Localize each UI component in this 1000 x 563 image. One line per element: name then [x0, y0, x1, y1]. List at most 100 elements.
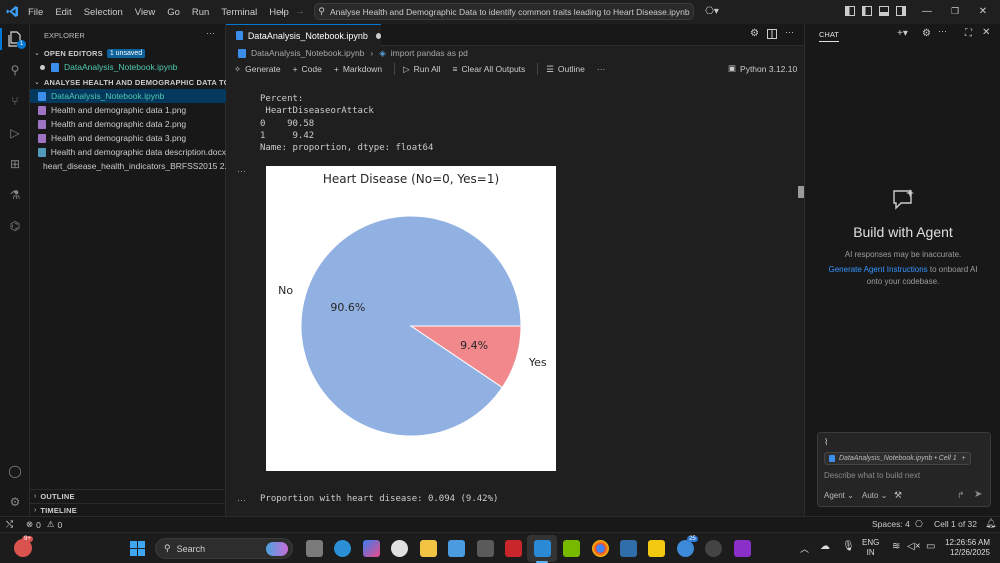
menu-go[interactable]: Go: [161, 7, 186, 18]
open-editors-header[interactable]: ⌄ OPEN EDITORS 1 unsaved: [30, 46, 226, 60]
gear-icon[interactable]: ⚙: [750, 28, 759, 39]
wifi-icon[interactable]: ≋: [892, 541, 900, 552]
toggle-secondary-sidebar-icon[interactable]: [894, 4, 908, 18]
minimize-icon[interactable]: —: [920, 4, 934, 18]
cell-output-menu[interactable]: ···: [237, 166, 246, 176]
edge-icon[interactable]: [334, 540, 351, 557]
send-icon[interactable]: ➤: [974, 489, 982, 500]
unity-icon[interactable]: [477, 540, 494, 557]
tab-notebook[interactable]: DataAnalysis_Notebook.ipynb: [226, 24, 381, 46]
folder-header[interactable]: ⌄ ANALYSE HEALTH AND DEMOGRAPHIC DATA TO…: [30, 75, 226, 89]
toolbar-more-button[interactable]: ···: [597, 64, 606, 74]
chat-input[interactable]: Describe what to build next: [824, 471, 920, 480]
remote-icon[interactable]: ⤭: [6, 519, 13, 530]
add-markdown-button[interactable]: + Markdown: [334, 64, 382, 74]
vscode-app-icon[interactable]: [534, 540, 551, 557]
nvidia-icon[interactable]: [563, 540, 580, 557]
outline-button[interactable]: ☰ Outline: [546, 64, 585, 75]
indentation-status[interactable]: Spaces: 4: [872, 519, 910, 529]
outline-header[interactable]: › OUTLINE: [30, 489, 226, 503]
run-debug-icon[interactable]: ▷: [6, 124, 24, 142]
kernel-picker[interactable]: ▣ Python 3.12.10: [728, 63, 797, 74]
generate-instructions-link[interactable]: Generate Agent Instructions: [829, 265, 928, 274]
file-item-docx[interactable]: Health and demographic data description.…: [30, 145, 226, 159]
file-item-png-2[interactable]: Health and demographic data 2.png: [30, 117, 226, 131]
generate-button[interactable]: ✧ Generate: [234, 64, 281, 75]
agent-mode-dropdown[interactable]: Agent ⌄: [824, 491, 854, 500]
open-editor-item[interactable]: DataAnalysis_Notebook.ipynb: [30, 60, 226, 74]
problems-indicator[interactable]: ⊗ 0 ⚠ 0: [26, 519, 62, 530]
menu-view[interactable]: View: [129, 7, 161, 18]
extensions-icon[interactable]: ⊞: [6, 155, 24, 173]
new-chat-icon[interactable]: +▾: [897, 28, 908, 39]
file-item-csv[interactable]: heart_disease_health_indicators_BRFSS201…: [30, 159, 226, 173]
tools-icon[interactable]: ⚒: [894, 490, 902, 501]
forward-arrow-icon[interactable]: →: [293, 4, 307, 18]
language-indicator[interactable]: ENG IN: [862, 538, 879, 558]
task-view-icon[interactable]: [306, 540, 323, 557]
clear-all-outputs-button[interactable]: ≡ Clear All Outputs: [453, 64, 526, 74]
chat-more-icon[interactable]: ···: [938, 26, 947, 36]
mcafee-icon[interactable]: [505, 540, 522, 557]
menu-run[interactable]: Run: [186, 7, 215, 18]
tray-chevron-icon[interactable]: ︿: [800, 542, 809, 555]
snipping-tool-icon[interactable]: [620, 540, 637, 557]
messenger-icon[interactable]: [677, 540, 694, 557]
clock[interactable]: 12:26:56 AM 12/26/2025: [940, 538, 990, 558]
chrome-icon[interactable]: [592, 540, 609, 557]
unsaved-dot-icon[interactable]: [375, 32, 381, 39]
toggle-sidebar-icon[interactable]: [860, 4, 874, 18]
chatgpt-icon[interactable]: [391, 540, 408, 557]
github-desktop-icon[interactable]: [705, 540, 722, 557]
python-icon[interactable]: ⌬: [6, 217, 24, 235]
menu-terminal[interactable]: Terminal: [215, 7, 263, 18]
context-chip[interactable]: DataAnalysis_Notebook.ipynb • Cell 1 +: [824, 452, 971, 465]
timeline-header[interactable]: › TIMELINE: [30, 503, 226, 517]
clipchamp-icon[interactable]: [734, 540, 751, 557]
more-actions-icon[interactable]: ···: [785, 27, 794, 37]
testing-icon[interactable]: ⚗: [6, 186, 24, 204]
volume-icon[interactable]: ◁×: [907, 541, 921, 552]
file-item-png-3[interactable]: Health and demographic data 3.png: [30, 131, 226, 145]
file-explorer-icon[interactable]: [420, 540, 437, 557]
close-window-icon[interactable]: ✕: [976, 4, 990, 18]
back-arrow-icon[interactable]: ←: [276, 4, 290, 18]
source-control-icon[interactable]: ⑂: [6, 92, 24, 110]
menu-edit[interactable]: Edit: [49, 7, 77, 18]
add-context-icon[interactable]: +: [962, 455, 966, 462]
copilot-app-icon[interactable]: [363, 540, 380, 557]
command-center-search[interactable]: ⚲ Analyse Health and Demographic Data to…: [314, 3, 694, 20]
microphone-icon[interactable]: 🎙︎: [842, 541, 855, 552]
store-icon[interactable]: [448, 540, 465, 557]
explorer-more-icon[interactable]: ···: [206, 28, 215, 38]
search-view-icon[interactable]: ⚲: [6, 61, 24, 79]
add-code-button[interactable]: + Code: [293, 64, 322, 74]
account-icon[interactable]: ◯: [6, 462, 24, 480]
cell-position-status[interactable]: Cell 1 of 32: [934, 519, 977, 529]
delegate-icon[interactable]: ↱: [957, 490, 965, 501]
copilot-icon[interactable]: ⎔▾: [702, 4, 722, 18]
cloud-icon[interactable]: ☁: [820, 541, 830, 552]
restore-icon[interactable]: ❐: [948, 4, 962, 18]
taskbar-search[interactable]: ⚲ Search: [155, 538, 293, 559]
copilot-status-icon[interactable]: ⎔: [915, 519, 923, 530]
attach-icon[interactable]: ⌇: [824, 437, 828, 448]
run-all-button[interactable]: ▷ Run All: [403, 64, 440, 75]
breadcrumb-cell[interactable]: import pandas as pd: [391, 48, 468, 58]
split-editor-icon[interactable]: [767, 29, 777, 41]
settings-gear-icon[interactable]: ⚙: [6, 493, 24, 511]
menu-selection[interactable]: Selection: [78, 7, 129, 18]
cell-output-menu[interactable]: ···: [237, 495, 246, 505]
gear-icon[interactable]: ⚙: [922, 28, 931, 39]
file-item-png-1[interactable]: Health and demographic data 1.png: [30, 103, 226, 117]
windows-start-icon[interactable]: [130, 541, 145, 556]
notifications-bell-icon[interactable]: 🔔︎: [985, 518, 996, 529]
model-dropdown[interactable]: Auto ⌄: [862, 491, 887, 500]
battery-icon[interactable]: ▭: [926, 541, 935, 552]
close-icon[interactable]: ✕: [982, 27, 990, 38]
layout-icon[interactable]: [843, 4, 857, 18]
maximize-icon[interactable]: ⛶: [965, 28, 972, 39]
breadcrumb-file[interactable]: DataAnalysis_Notebook.ipynb: [251, 48, 364, 58]
power-bi-icon[interactable]: [648, 540, 665, 557]
toggle-panel-icon[interactable]: [877, 4, 891, 18]
